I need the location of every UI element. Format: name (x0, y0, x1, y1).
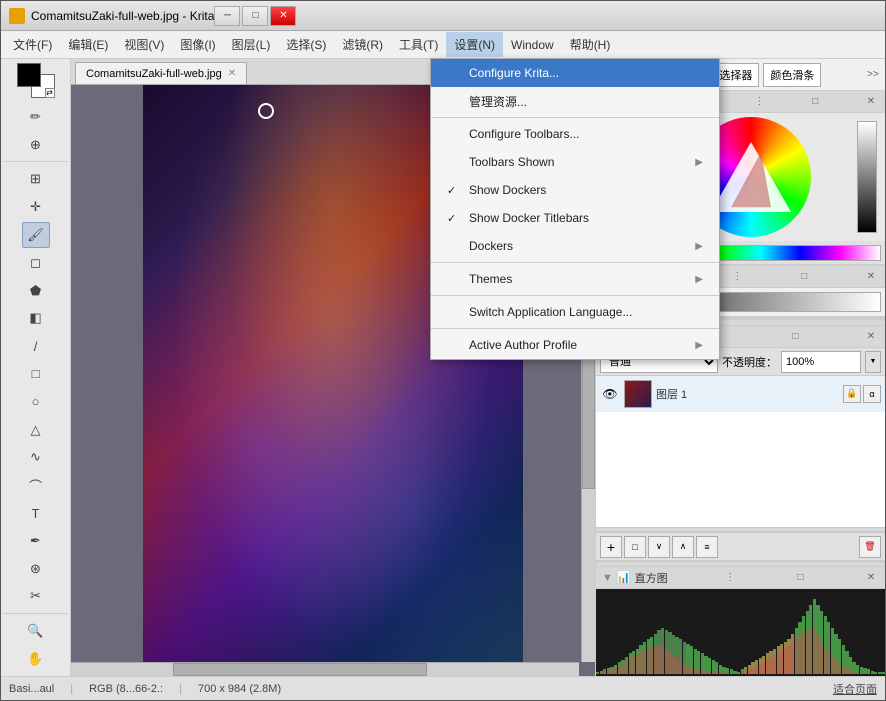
menu-separator (431, 295, 719, 296)
menu-separator (431, 262, 719, 263)
settings-dropdown-menu: Configure Krita... 管理资源... Configure Toolb… (430, 58, 720, 360)
menu-label-switch-language: Switch Application Language... (469, 305, 632, 319)
menu-item-show-docker-titlebars[interactable]: ✓ Show Docker Titlebars (431, 204, 719, 232)
menu-arrow-dockers: ▶ (695, 241, 703, 252)
menu-arrow-themes: ▶ (695, 274, 703, 285)
menu-item-show-dockers[interactable]: ✓ Show Dockers (431, 176, 719, 204)
menu-arrow-active-author: ▶ (695, 340, 703, 351)
menu-label-toolbars-shown: Toolbars Shown (469, 155, 554, 169)
menu-label-show-dockers: Show Dockers (469, 183, 546, 197)
menu-check-show-docker-titlebars: ✓ (447, 212, 461, 225)
menu-label-manage-resources: 管理资源... (469, 93, 527, 110)
menu-item-switch-language[interactable]: Switch Application Language... (431, 298, 719, 326)
dropdown-overlay[interactable]: Configure Krita... 管理资源... Configure Toolb… (0, 0, 886, 701)
menu-label-active-author: Active Author Profile (469, 338, 577, 352)
menu-label-show-docker-titlebars: Show Docker Titlebars (469, 211, 589, 225)
menu-arrow-toolbars-shown: ▶ (695, 157, 703, 168)
menu-item-configure-krita[interactable]: Configure Krita... (431, 59, 719, 87)
menu-item-active-author[interactable]: Active Author Profile ▶ (431, 331, 719, 359)
menu-item-manage-resources[interactable]: 管理资源... (431, 87, 719, 115)
menu-separator (431, 117, 719, 118)
menu-item-configure-toolbars[interactable]: Configure Toolbars... (431, 120, 719, 148)
menu-label-configure-toolbars: Configure Toolbars... (469, 127, 580, 141)
menu-label-configure-krita: Configure Krita... (469, 66, 559, 80)
menu-item-toolbars-shown[interactable]: Toolbars Shown ▶ (431, 148, 719, 176)
menu-check-show-dockers: ✓ (447, 184, 461, 197)
menu-item-themes[interactable]: Themes ▶ (431, 265, 719, 293)
menu-separator (431, 328, 719, 329)
menu-item-dockers[interactable]: Dockers ▶ (431, 232, 719, 260)
menu-label-themes: Themes (469, 272, 512, 286)
menu-label-dockers: Dockers (469, 239, 513, 253)
